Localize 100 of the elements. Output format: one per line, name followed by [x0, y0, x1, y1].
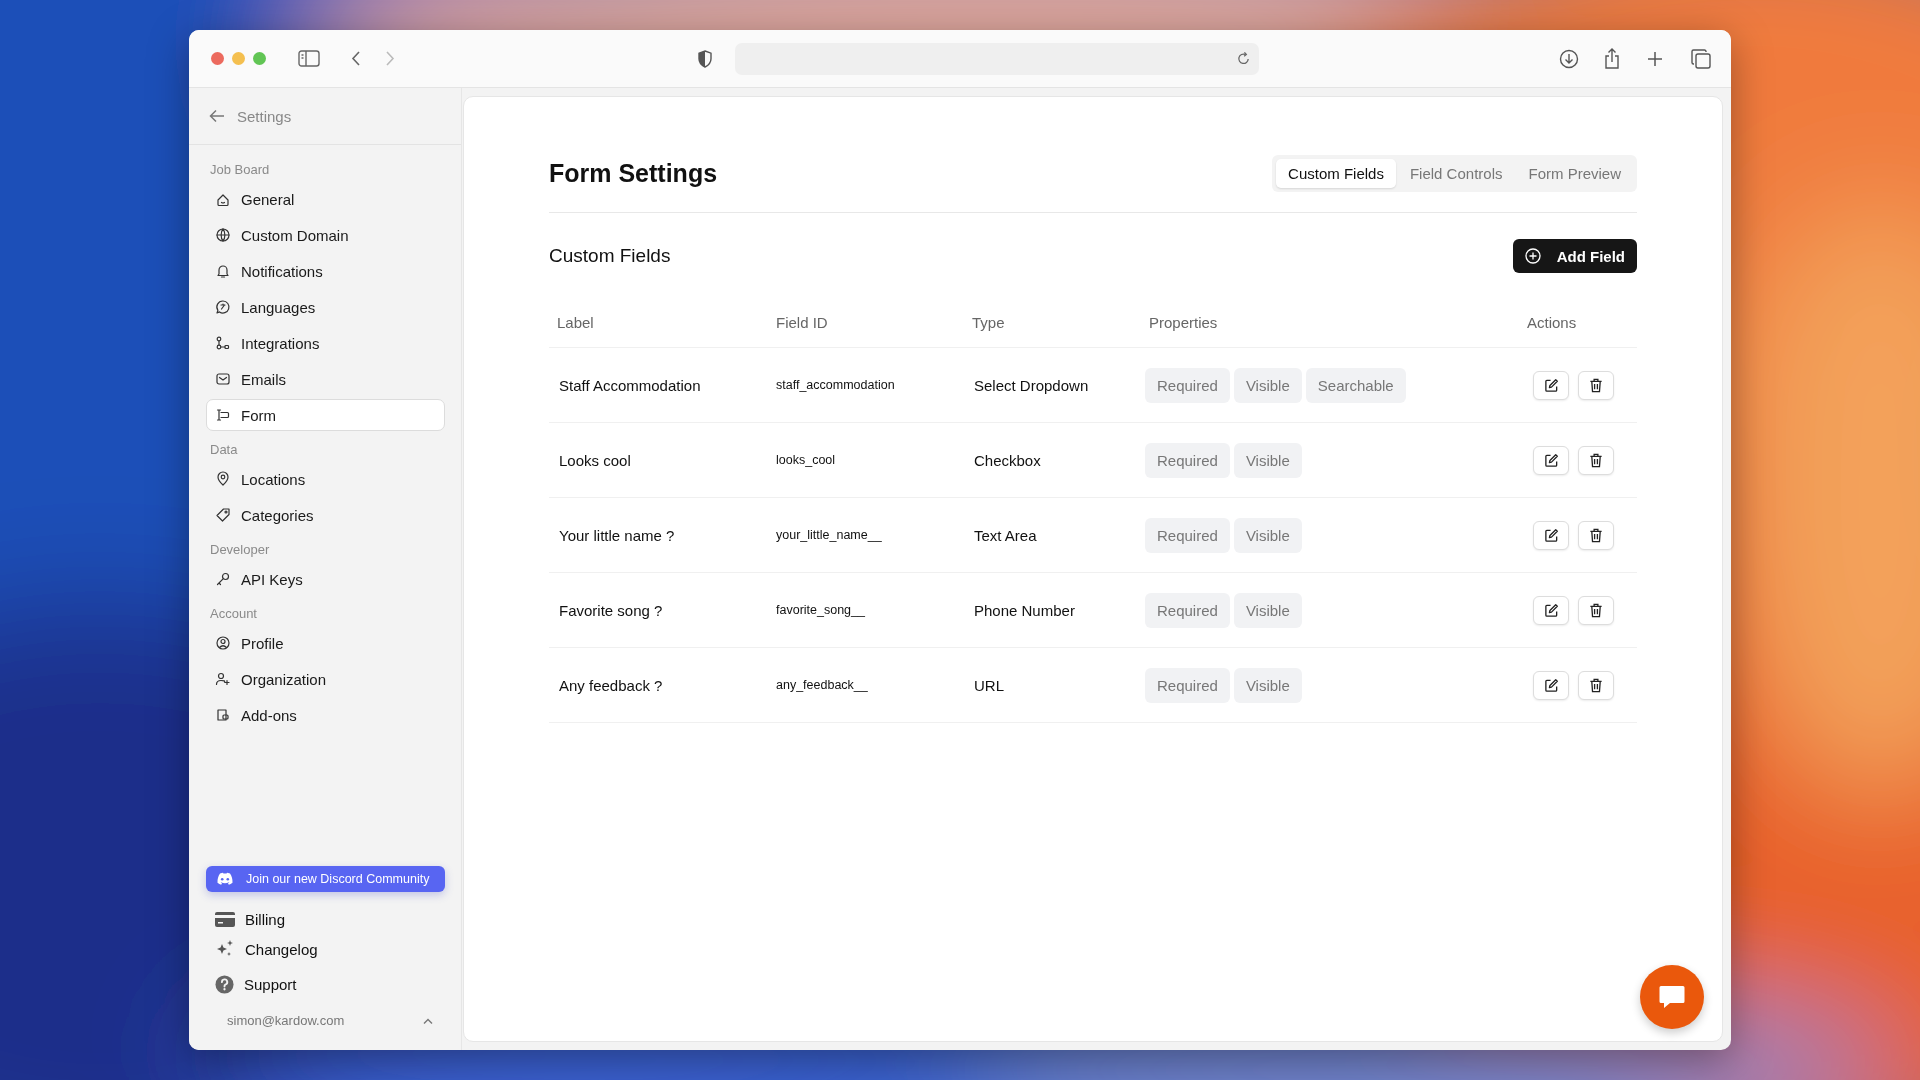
sidebar-item[interactable]: Notifications — [206, 255, 445, 287]
sidebar-item[interactable]: Profile — [206, 627, 445, 659]
sidebar-item[interactable]: Form — [206, 399, 445, 431]
sidebar-item[interactable]: API Keys — [206, 563, 445, 595]
text-cursor-icon — [215, 407, 231, 423]
tab[interactable]: Custom Fields — [1276, 159, 1396, 188]
trash-icon — [1589, 377, 1603, 393]
table-cell: URL — [964, 648, 1141, 723]
sidebar-item[interactable]: Languages — [206, 291, 445, 323]
section-heading: Job Board — [210, 161, 271, 179]
column-header: Actions — [1527, 297, 1637, 348]
delete-button[interactable] — [1578, 595, 1614, 625]
sidebar-item[interactable]: Add-ons — [206, 699, 445, 731]
table-cell: Phone Number — [964, 573, 1141, 648]
column-header: Field ID — [768, 297, 964, 348]
section-heading: Data — [210, 441, 239, 459]
edit-button[interactable] — [1533, 520, 1569, 550]
property-tag: Required — [1145, 592, 1230, 628]
sidebar-item[interactable]: Locations — [206, 463, 445, 495]
back-icon[interactable] — [350, 50, 362, 67]
table-cell: looks_cool — [768, 423, 964, 498]
edit-button[interactable] — [1533, 445, 1569, 475]
table-cell: Text Area — [964, 498, 1141, 573]
sidebar-item[interactable]: Organization — [206, 663, 445, 695]
download-icon[interactable] — [1559, 48, 1579, 69]
mail-icon — [215, 371, 231, 387]
trash-icon — [1589, 677, 1603, 693]
sidebar-item[interactable]: Custom Domain — [206, 219, 445, 251]
table-cell: Checkbox — [964, 423, 1141, 498]
footer-link[interactable]: Changelog — [189, 934, 461, 964]
page-title: Form Settings — [549, 159, 718, 188]
property-tag: Visible — [1233, 517, 1302, 553]
chat-bubble-icon — [215, 299, 231, 315]
tab[interactable]: Field Controls — [1397, 159, 1515, 188]
wallet-icon — [215, 707, 231, 723]
property-tag: Visible — [1233, 367, 1302, 403]
delete-button[interactable] — [1578, 370, 1614, 400]
property-tag: Visible — [1233, 442, 1302, 478]
table-cell: favorite_song__ — [768, 573, 964, 648]
footer-link[interactable]: Billing — [189, 904, 461, 934]
property-tag: Required — [1145, 517, 1230, 553]
user-email[interactable]: simon@kardow.com — [227, 1013, 345, 1028]
location-pin-icon — [215, 471, 231, 487]
close-window-button[interactable] — [211, 52, 224, 65]
shield-icon[interactable] — [696, 49, 713, 68]
tab[interactable]: Form Preview — [1516, 159, 1633, 188]
edit-icon — [1543, 677, 1559, 693]
back-arrow-icon[interactable] — [209, 109, 225, 123]
globe-icon — [215, 227, 231, 243]
tag-icon — [215, 507, 231, 523]
column-header: Properties — [1141, 297, 1527, 348]
edit-button[interactable] — [1533, 370, 1569, 400]
footer-link[interactable]: Support — [189, 969, 461, 999]
add-field-button[interactable]: Add Field — [1512, 239, 1637, 273]
trash-icon — [1589, 602, 1603, 618]
help-icon — [215, 974, 234, 994]
plus-icon[interactable] — [1647, 50, 1663, 67]
credit-card-icon — [215, 911, 235, 927]
table-cell: Your little name ? — [549, 498, 768, 573]
sidebar-item[interactable]: Integrations — [206, 327, 445, 359]
sidebar-item[interactable]: Emails — [206, 363, 445, 395]
edit-icon — [1543, 602, 1559, 618]
property-tag: Searchable — [1305, 367, 1406, 403]
trash-icon — [1589, 452, 1603, 468]
section-heading: Account — [210, 605, 258, 623]
edit-button[interactable] — [1533, 670, 1569, 700]
trash-icon — [1589, 527, 1603, 543]
discord-banner[interactable]: Join our new Discord Community — [206, 866, 445, 892]
table-cell: staff_accommodation — [768, 348, 964, 423]
table-cell: Staff Accommodation — [549, 348, 768, 423]
chevron-up-icon[interactable] — [423, 1017, 433, 1024]
reload-icon[interactable] — [1235, 51, 1251, 66]
game-controller-icon — [216, 872, 234, 886]
table-cell: any_feedback__ — [768, 648, 964, 723]
tabs-overview-icon[interactable] — [1691, 48, 1711, 69]
property-tag: Visible — [1233, 592, 1302, 628]
edit-button[interactable] — [1533, 595, 1569, 625]
plus-circle-icon — [1524, 248, 1541, 264]
sidebar-item[interactable]: General — [206, 183, 445, 215]
speech-bubble-icon — [1658, 984, 1686, 1010]
share-icon[interactable] — [1603, 47, 1621, 70]
delete-button[interactable] — [1578, 445, 1614, 475]
table-cell: Looks cool — [549, 423, 768, 498]
bell-icon — [215, 263, 231, 279]
edit-icon — [1543, 377, 1559, 393]
user-plus-icon — [215, 671, 231, 687]
property-tag: Required — [1145, 367, 1230, 403]
sidebar-item[interactable]: Categories — [206, 499, 445, 531]
sidebar-toggle-icon[interactable] — [298, 50, 320, 67]
delete-button[interactable] — [1578, 520, 1614, 550]
property-tag: Required — [1145, 667, 1230, 703]
table-cell: Any feedback ? — [549, 648, 768, 723]
key-icon — [215, 571, 231, 587]
section-title: Custom Fields — [549, 245, 671, 267]
user-circle-icon — [215, 635, 231, 651]
table-cell: Favorite song ? — [549, 573, 768, 648]
edit-icon — [1543, 527, 1559, 543]
table-cell: Select Dropdown — [964, 348, 1141, 423]
property-tag: Visible — [1233, 667, 1302, 703]
delete-button[interactable] — [1578, 670, 1614, 700]
